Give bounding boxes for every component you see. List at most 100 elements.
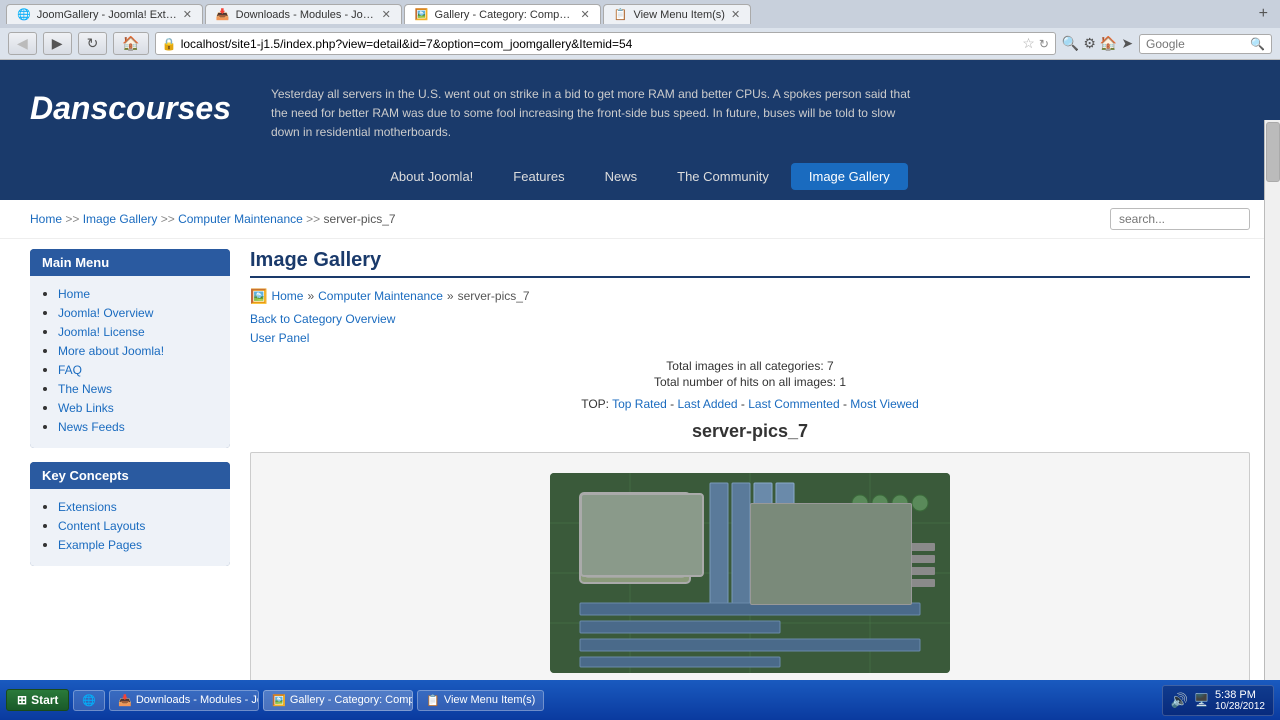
search-icon[interactable]: 🔍 <box>1250 37 1265 51</box>
search-box-wrap <box>1110 208 1250 230</box>
list-item: News Feeds <box>58 419 218 434</box>
browser-search-input[interactable] <box>1146 37 1246 51</box>
breadcrumb-link-0[interactable]: Home <box>30 212 62 226</box>
viewmenu-icon: 📋 <box>426 694 440 707</box>
top-link-3[interactable]: Most Viewed <box>850 397 918 411</box>
nav-item-image-gallery[interactable]: Image Gallery <box>791 163 908 190</box>
sidebar-item-joomla!-license[interactable]: Joomla! License <box>58 325 145 339</box>
browser-tab-tab1[interactable]: 🌐JoomGallery - Joomla! Extensions Direct… <box>6 4 203 24</box>
home-icon-button[interactable]: 🏠 <box>1100 35 1117 52</box>
gallery-breadcrumb-category[interactable]: Computer Maintenance <box>318 289 443 303</box>
tab-close-tab4[interactable]: ✕ <box>731 8 740 21</box>
list-item: Web Links <box>58 400 218 415</box>
breadcrumb-bar: Home >> Image Gallery >> Computer Mainte… <box>0 200 1280 239</box>
list-item: Example Pages <box>58 537 218 552</box>
new-tab-button[interactable]: + <box>1253 5 1274 23</box>
taskbar-item-gallery[interactable]: 🖼️ Gallery - Category: Computer... <box>263 690 413 711</box>
star-icon[interactable]: ☆ <box>1022 35 1035 52</box>
list-item: Extensions <box>58 499 218 514</box>
back-to-category-link[interactable]: Back to Category Overview <box>250 312 395 326</box>
key-concept-item-example-pages[interactable]: Example Pages <box>58 538 142 552</box>
gallery-breadcrumb-home[interactable]: Home <box>271 289 303 303</box>
browser-tab-tab4[interactable]: 📋View Menu Item(s)✕ <box>603 4 751 24</box>
total-hits-stat: Total number of hits on all images: 1 <box>250 375 1250 389</box>
gallery-stats: Total images in all categories: 7 Total … <box>250 359 1250 389</box>
breadcrumb-link-1[interactable]: Image Gallery <box>83 212 158 226</box>
list-item: The News <box>58 381 218 396</box>
address-bar-wrap: 🔒 ☆ ↻ <box>155 32 1056 55</box>
taskbar-item-downloads[interactable]: 📥 Downloads - Modules - JoomImages <box>109 690 259 711</box>
list-item: Content Layouts <box>58 518 218 533</box>
browser-tab-tab3[interactable]: 🖼️Gallery - Category: Computer Maintenan… <box>404 4 601 24</box>
windows-icon: ⊞ <box>17 693 27 707</box>
gallery-breadcrumb: 🖼️ Home » Computer Maintenance » server-… <box>250 288 1250 305</box>
breadcrumb-link-2[interactable]: Computer Maintenance <box>178 212 303 226</box>
tab-close-tab2[interactable]: ✕ <box>382 8 391 21</box>
key-concept-item-content-layouts[interactable]: Content Layouts <box>58 519 145 533</box>
list-item: Joomla! Overview <box>58 305 218 320</box>
tab-label-tab3: Gallery - Category: Computer Maintenan..… <box>435 9 575 21</box>
ie-icon: 🌐 <box>82 694 96 707</box>
refresh-icon[interactable]: ↻ <box>1039 37 1049 51</box>
browser-toolbar: ◀ ▶ ↻ 🏠 🔒 ☆ ↻ 🔍 ⚙ 🏠 ➤ 🔍 <box>0 28 1280 60</box>
nav-item-news[interactable]: News <box>587 163 656 190</box>
back-button[interactable]: ◀ <box>8 32 37 55</box>
list-item: Joomla! License <box>58 324 218 339</box>
key-concept-item-extensions[interactable]: Extensions <box>58 500 117 514</box>
start-label: Start <box>31 693 58 707</box>
start-button[interactable]: ⊞ Start <box>6 689 69 711</box>
key-concepts-content: Extensions Content Layouts Example Pages <box>30 489 230 566</box>
forward-button[interactable]: ▶ <box>43 32 72 55</box>
browser-tabs: 🌐JoomGallery - Joomla! Extensions Direct… <box>6 4 1249 24</box>
sidebar-item-more-about-joomla![interactable]: More about Joomla! <box>58 344 164 358</box>
sidebar-item-the-news[interactable]: The News <box>58 382 112 396</box>
tray-sound-icon[interactable]: 🔊 <box>1171 692 1188 709</box>
tray-time: 5:38 PM <box>1215 689 1265 701</box>
main-menu-list: Home Joomla! Overview Joomla! License More … <box>42 286 218 434</box>
browser-search-wrap: 🔍 <box>1139 34 1272 54</box>
taskbar-item-viewmenu[interactable]: 📋 View Menu Item(s) <box>417 690 544 711</box>
refresh-button[interactable]: ↻ <box>78 32 108 55</box>
taskbar-tray: 🔊 🖥️ 5:38 PM 10/28/2012 <box>1162 685 1274 716</box>
top-link-0[interactable]: Top Rated <box>612 397 667 411</box>
site-search-input[interactable] <box>1110 208 1250 230</box>
top-link-2[interactable]: Last Commented <box>748 397 839 411</box>
breadcrumb-sep: >> <box>62 212 83 226</box>
breadcrumb-sep: >> <box>157 212 178 226</box>
taskbar-viewmenu-label: View Menu Item(s) <box>444 694 536 706</box>
sidebar-item-joomla!-overview[interactable]: Joomla! Overview <box>58 306 153 320</box>
top-link-1[interactable]: Last Added <box>678 397 738 411</box>
sidebar-item-web-links[interactable]: Web Links <box>58 401 114 415</box>
main-menu-box: Main Menu Home Joomla! Overview Joomla! Li… <box>30 249 230 448</box>
zoom-button[interactable]: 🔍 <box>1062 35 1079 52</box>
tab-close-tab1[interactable]: ✕ <box>183 8 192 21</box>
top-sep: - <box>667 397 678 411</box>
nav-item-about-joomla![interactable]: About Joomla! <box>372 163 491 190</box>
browser-tab-tab2[interactable]: 📥Downloads - Modules - JoomImages✕ <box>205 4 402 24</box>
nav-item-features[interactable]: Features <box>495 163 582 190</box>
sidebar-item-news-feeds[interactable]: News Feeds <box>58 420 125 434</box>
nav-item-the-community[interactable]: The Community <box>659 163 787 190</box>
top-sep: - <box>840 397 851 411</box>
tab-close-tab3[interactable]: ✕ <box>581 8 590 21</box>
tab-label-tab2: Downloads - Modules - JoomImages <box>236 9 376 21</box>
arrow-button[interactable]: ➤ <box>1121 35 1133 52</box>
gallery-breadcrumb-sub: server-pics_7 <box>458 289 530 303</box>
page-content: Danscourses Yesterday all servers in the… <box>0 60 1280 704</box>
address-icon: 🔒 <box>162 37 177 51</box>
settings-button[interactable]: ⚙ <box>1083 35 1096 52</box>
user-panel-link[interactable]: User Panel <box>250 331 309 345</box>
sidebar-item-faq[interactable]: FAQ <box>58 363 82 377</box>
home-button[interactable]: 🏠 <box>113 32 148 55</box>
taskbar-item-ie[interactable]: 🌐 <box>73 690 105 711</box>
breadcrumb-sep: >> <box>303 212 324 226</box>
taskbar-downloads-label: Downloads - Modules - JoomImages <box>136 694 259 706</box>
address-bar[interactable] <box>181 37 1019 51</box>
scroll-track[interactable] <box>1264 120 1280 720</box>
main-layout: Main Menu Home Joomla! Overview Joomla! Li… <box>0 239 1280 704</box>
breadcrumb-sep-1: » <box>307 289 314 303</box>
sidebar-item-home[interactable]: Home <box>58 287 90 301</box>
motherboard-svg: CPU <box>550 473 950 673</box>
main-menu-title: Main Menu <box>30 249 230 276</box>
tray-network-icon: 🖥️ <box>1194 693 1209 707</box>
